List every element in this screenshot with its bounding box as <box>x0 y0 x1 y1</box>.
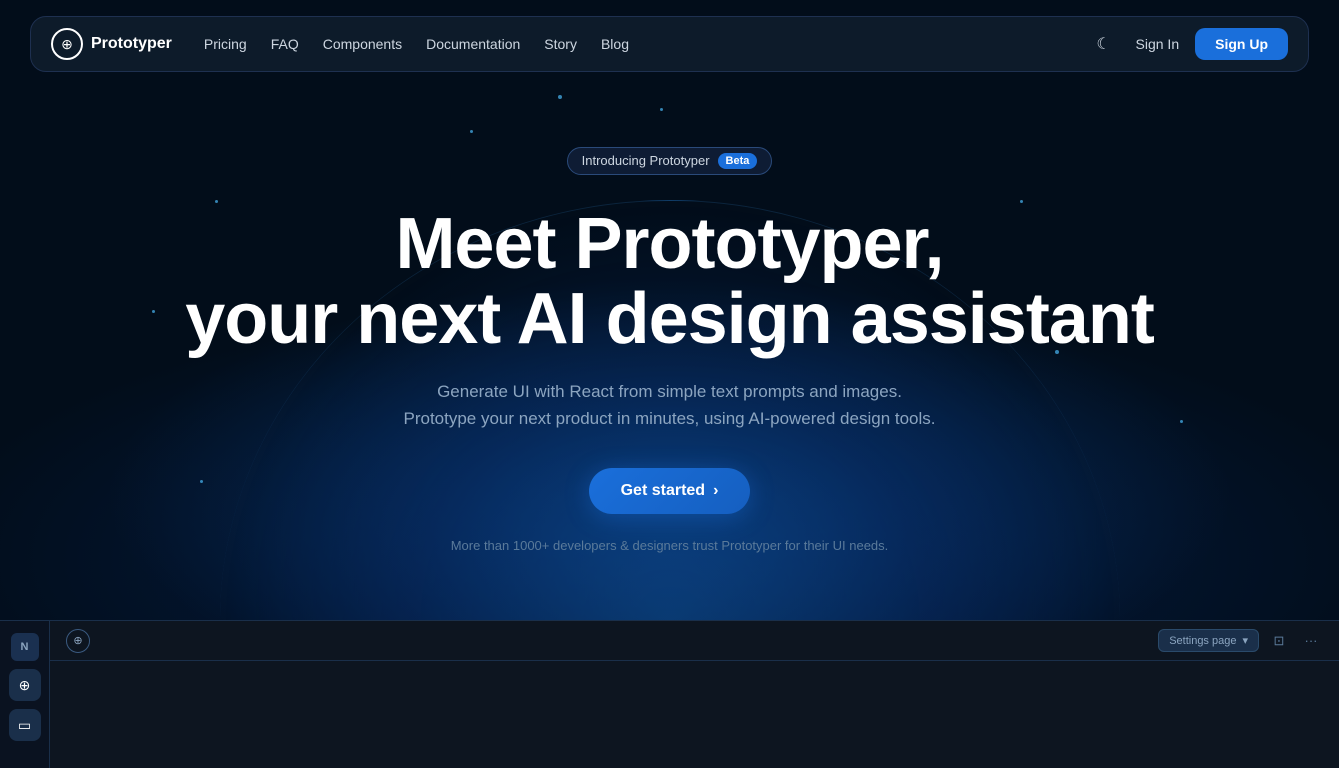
preview-topbar: ⊕ Settings page ▾ ⊡ ··· <box>50 621 1339 661</box>
nav-link-documentation[interactable]: Documentation <box>426 36 520 52</box>
cta-arrow-icon: › <box>713 482 718 500</box>
download-icon[interactable]: ⊡ <box>1267 629 1291 653</box>
nav-link-blog[interactable]: Blog <box>601 36 629 52</box>
get-started-button[interactable]: Get started › <box>589 468 751 514</box>
nav-link-story[interactable]: Story <box>544 36 577 52</box>
nav-right: ☾ Sign In Sign Up <box>1088 28 1288 60</box>
preview-sidebar: N ⊕ ▭ <box>0 621 50 768</box>
decoration-dot <box>152 310 155 313</box>
trust-text: More than 1000+ developers & designers t… <box>451 538 889 553</box>
settings-dropdown-label: Settings page <box>1169 635 1236 647</box>
badge-text: Introducing Prototyper <box>582 153 710 168</box>
nav-link-components[interactable]: Components <box>323 36 402 52</box>
sign-up-button[interactable]: Sign Up <box>1195 28 1288 60</box>
logo[interactable]: ⊕ Prototyper <box>51 28 172 60</box>
theme-toggle-button[interactable]: ☾ <box>1088 28 1120 60</box>
app-preview-bar: N ⊕ ▭ ⊕ Settings page ▾ ⊡ ··· <box>0 620 1339 768</box>
decoration-dot <box>1180 420 1183 423</box>
logo-text: Prototyper <box>91 35 172 53</box>
nav-link-pricing[interactable]: Pricing <box>204 36 247 52</box>
logo-icon: ⊕ <box>51 28 83 60</box>
nav-link-faq[interactable]: FAQ <box>271 36 299 52</box>
sidebar-layers-icon[interactable]: ▭ <box>9 709 41 741</box>
hero-section: Introducing Prototyper Beta Meet Prototy… <box>0 0 1339 620</box>
decoration-dot <box>215 200 218 203</box>
decoration-dot <box>200 480 203 483</box>
decoration-dot <box>470 130 473 133</box>
beta-badge[interactable]: Introducing Prototyper Beta <box>567 147 773 175</box>
decoration-dot <box>1020 200 1023 203</box>
decoration-dot <box>558 95 562 99</box>
settings-dropdown[interactable]: Settings page ▾ <box>1158 629 1259 652</box>
navbar: ⊕ Prototyper Pricing FAQ Components Docu… <box>30 16 1309 72</box>
chevron-down-icon: ▾ <box>1242 634 1248 647</box>
badge-pill: Beta <box>718 153 758 169</box>
cta-label: Get started <box>621 482 705 500</box>
sign-in-button[interactable]: Sign In <box>1136 36 1180 52</box>
user-avatar[interactable]: N <box>11 633 39 661</box>
preview-main: ⊕ Settings page ▾ ⊡ ··· <box>50 621 1339 768</box>
hero-title: Meet Prototyper, your next AI design ass… <box>185 207 1154 358</box>
sidebar-add-icon[interactable]: ⊕ <box>9 669 41 701</box>
preview-logo-icon: ⊕ <box>66 629 90 653</box>
preview-topbar-right: Settings page ▾ ⊡ ··· <box>1158 629 1323 653</box>
more-options-icon[interactable]: ··· <box>1299 629 1323 653</box>
decoration-dot <box>660 108 663 111</box>
hero-subtitle: Generate UI with React from simple text … <box>403 378 935 432</box>
nav-links: Pricing FAQ Components Documentation Sto… <box>204 36 1088 52</box>
